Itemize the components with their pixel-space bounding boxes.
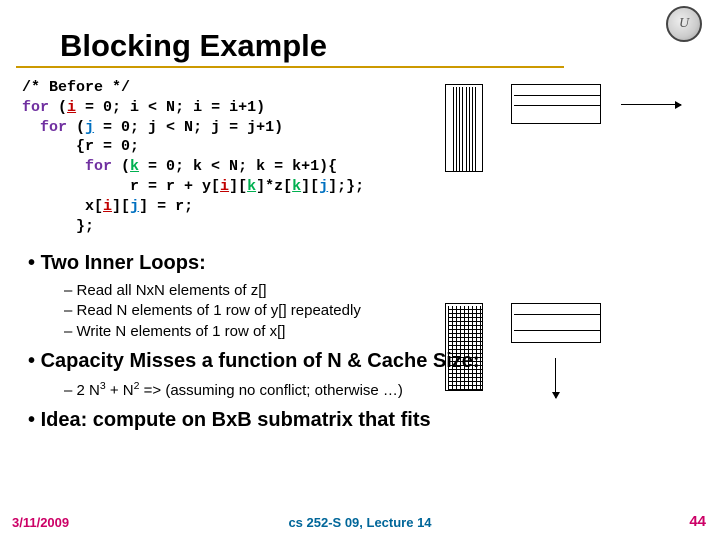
footer-course: cs 252-S 09, Lecture 14 (0, 515, 720, 530)
bullet-two-inner-loops: Two Inner Loops: (28, 252, 480, 275)
sub-bullet: Read all NxN elements of z[] (64, 281, 480, 301)
matrix-y-inner (511, 303, 601, 343)
matrix-y-outer (511, 84, 601, 124)
bullet-capacity-misses: Capacity Misses a function of N & Cache … (28, 350, 480, 373)
kw-for: for (22, 119, 67, 136)
sub-bullet: 2 N3 + N2 => (assuming no conflict; othe… (64, 379, 480, 401)
idx-j: j (85, 119, 94, 136)
y-row (514, 105, 600, 106)
kw-for: for (22, 158, 112, 175)
matrix-z-outer (445, 84, 483, 172)
access-pattern-diagrams (445, 78, 695, 248)
bullet-list: Two Inner Loops: Read all NxN elements o… (28, 252, 480, 438)
title-underline (16, 66, 564, 68)
y-row (514, 95, 600, 96)
code-line: {r = 0; (22, 138, 139, 155)
footer-page-number: 44 (689, 513, 706, 530)
bullet-idea: Idea: compute on BxB submatrix that fits (28, 409, 480, 432)
slide-title: Blocking Example (60, 28, 327, 64)
idx-i: i (67, 99, 76, 116)
code-line: }; (22, 218, 94, 235)
y-row (514, 330, 600, 331)
y-row (514, 314, 600, 315)
code-line: /* Before */ (22, 79, 130, 96)
idx-k: k (130, 158, 139, 175)
kw-for: for (22, 99, 49, 116)
z-column (466, 87, 476, 171)
sub-bullet: Write N elements of 1 row of x[] (64, 322, 480, 342)
sub-bullet: Read N elements of 1 row of y[] repeated… (64, 301, 480, 321)
arrow-right-icon (621, 104, 681, 105)
arrow-down-icon (555, 358, 556, 398)
z-column (453, 87, 463, 171)
university-seal-logo: U (666, 6, 702, 42)
code-block: /* Before */ for (i = 0; i < N; i = i+1)… (22, 78, 364, 236)
